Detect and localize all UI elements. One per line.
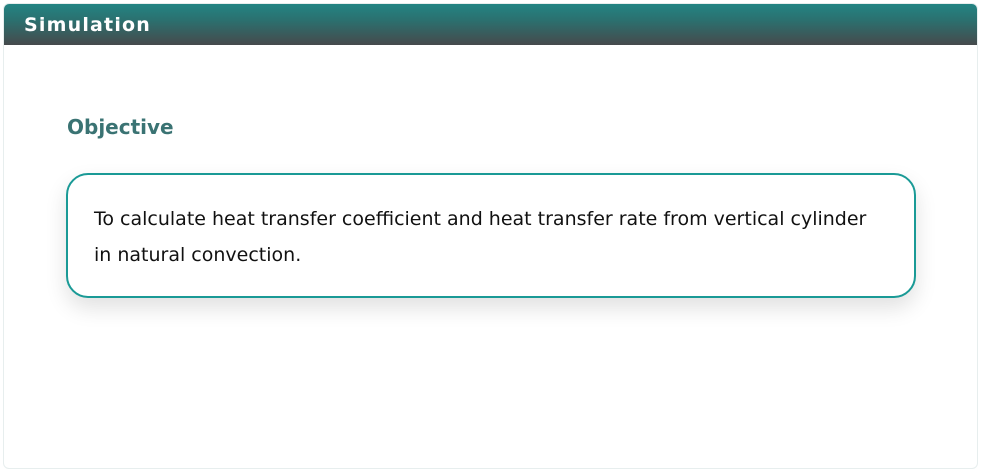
objective-text: To calculate heat transfer coefficient a… xyxy=(94,208,867,266)
objective-box: To calculate heat transfer coefficient a… xyxy=(66,173,916,298)
panel-title: Simulation xyxy=(24,13,152,36)
panel-header: Simulation xyxy=(4,4,977,45)
simulation-panel: Simulation Objective To calculate heat t… xyxy=(3,3,978,469)
objective-heading: Objective xyxy=(67,115,174,139)
